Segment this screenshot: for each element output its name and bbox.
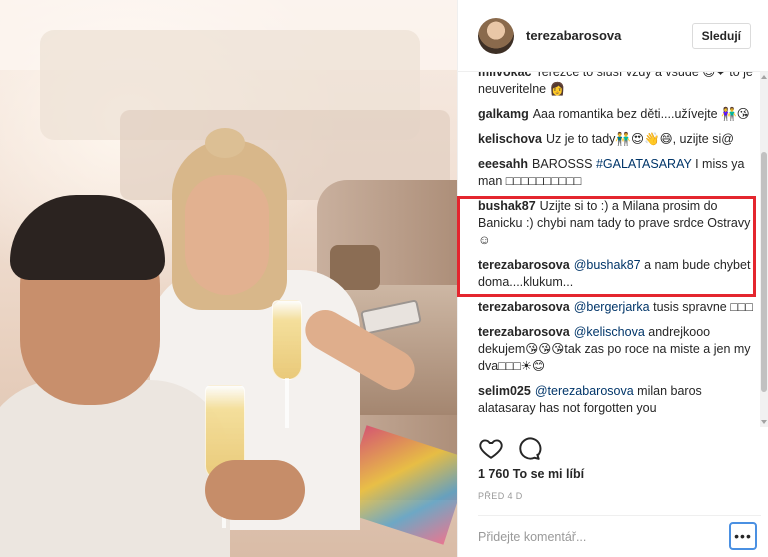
comment-username[interactable]: milvokac (478, 72, 532, 79)
author-username[interactable]: terezabarosova (526, 28, 692, 43)
follow-button[interactable]: Sledují (691, 22, 751, 49)
comment-text: tusis spravne □□□ (649, 300, 753, 314)
scroll-down-arrow-icon[interactable] (761, 420, 767, 424)
post-actions (478, 434, 758, 462)
comment-text: Aaa romantika bez děti....užívejte 👫😘 (532, 107, 750, 121)
comment-mention[interactable]: @terezabarosova (535, 384, 634, 398)
comment-item: milvokac Terezce to sluší vždy a všude 😊❤… (478, 72, 753, 98)
comment-item: terezabarosova @kelischova andrejkooo dek… (478, 324, 753, 375)
comment-username[interactable]: selim025 (478, 384, 531, 398)
comment-item: galkamg Aaa romantika bez děti....užívejt… (478, 106, 753, 123)
comment-input[interactable] (478, 527, 729, 544)
comment-mention[interactable]: @kelischova (574, 325, 645, 339)
likes-count[interactable]: 1 760 To se mi líbí (478, 467, 584, 481)
comment-mention[interactable]: #GALATASARAY (596, 157, 692, 171)
more-options-button[interactable]: ••• (729, 521, 757, 550)
comment-text: Uz je to tady👬😍👋😄, uzijte si@ (545, 132, 734, 146)
comments-scrollbar[interactable] (760, 72, 768, 427)
scrollbar-thumb[interactable] (761, 152, 767, 392)
comment-mention[interactable]: @bergerjarka (574, 300, 650, 314)
speech-bubble-icon[interactable] (516, 435, 542, 461)
post-photo (0, 0, 457, 557)
comment-username[interactable]: galkamg (478, 107, 529, 121)
post-timestamp[interactable]: PŘED 4 D (478, 491, 523, 501)
heart-outline-icon[interactable] (478, 435, 504, 461)
comment-item: kelischova Uz je to tady👬😍👋😄, uzijte si@ (478, 131, 753, 148)
comment-text: BAROSSS (532, 157, 596, 171)
champagne-glass (272, 300, 302, 380)
avatar[interactable] (478, 17, 514, 54)
scroll-up-arrow-icon[interactable] (761, 75, 767, 79)
comment-item: terezabarosova @bergerjarka tusis spravne… (478, 299, 753, 316)
ellipsis-icon: ••• (734, 527, 752, 544)
comment-username[interactable]: terezabarosova (478, 325, 570, 339)
comment-item: eeesahh BAROSSS #GALATASARAY I miss ya ma… (478, 156, 753, 190)
post-header: terezabarosova Sledují (458, 0, 768, 72)
add-comment-bar: ••• (478, 515, 761, 555)
comment-username[interactable]: terezabarosova (478, 300, 570, 314)
comment-username[interactable]: kelischova (478, 132, 542, 146)
comment-username[interactable]: eeesahh (478, 157, 528, 171)
comment-item: selim025 @terezabarosova milan baros alat… (478, 383, 753, 417)
highlight-annotation (457, 196, 756, 297)
man-figure (0, 380, 230, 557)
